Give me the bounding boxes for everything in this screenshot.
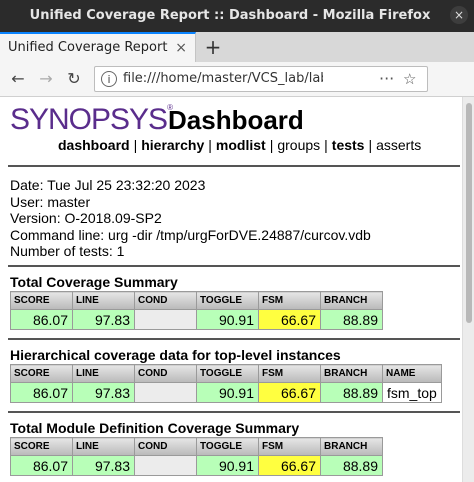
- branch-cell: 88.89: [320, 309, 383, 330]
- bookmark-star-icon[interactable]: ☆: [403, 67, 416, 91]
- scrollbar-thumb[interactable]: [466, 103, 472, 323]
- section-divider: [8, 411, 460, 413]
- menu-separator: |: [324, 137, 328, 153]
- col-header-toggle: TOGGLE: [196, 291, 259, 310]
- table-header-row: SCORE LINE COND TOGGLE FSM BRANCH NAME: [10, 364, 442, 383]
- menu-link-tests[interactable]: tests: [332, 137, 365, 153]
- instance-name-link[interactable]: fsm_top: [382, 382, 442, 403]
- branch-cell: 88.89: [320, 382, 383, 403]
- toggle-cell: 90.91: [196, 382, 259, 403]
- menu-separator: |: [208, 137, 212, 153]
- total-coverage-table: SCORE LINE COND TOGGLE FSM BRANCH 86.07 …: [10, 291, 383, 330]
- report-user: User: master: [10, 193, 91, 210]
- vertical-scrollbar[interactable]: [462, 97, 474, 482]
- menu-link-hierarchy[interactable]: hierarchy: [141, 137, 204, 153]
- window-close-icon[interactable]: ×: [450, 6, 468, 24]
- table-row: 86.07 97.83 90.91 66.67 88.89: [10, 455, 383, 476]
- col-header-branch: BRANCH: [320, 291, 383, 310]
- menu-separator: |: [133, 137, 138, 153]
- col-header-name: NAME: [382, 364, 442, 383]
- section-divider: [8, 338, 460, 340]
- fsm-cell: 66.67: [258, 309, 321, 330]
- window-title-bar: Unified Coverage Report :: Dashboard - M…: [0, 0, 474, 32]
- report-nav-menu: dashboard | hierarchy | modlist | groups | tests…: [58, 137, 421, 153]
- hier-coverage-title: Hierarchical coverage data for top-level…: [10, 347, 341, 363]
- table-row: 86.07 97.83 90.91 66.67 88.89 fsm_top: [10, 382, 442, 403]
- col-header-line: LINE: [72, 291, 135, 310]
- col-header-line: LINE: [72, 364, 135, 383]
- module-coverage-table: SCORE LINE COND TOGGLE FSM BRANCH 86.07 …: [10, 437, 383, 476]
- browser-tab[interactable]: Unified Coverage Report :: Da ×: [0, 32, 196, 62]
- tab-strip: Unified Coverage Report :: Da × +: [0, 32, 474, 63]
- col-header-cond: COND: [134, 364, 197, 383]
- line-cell: 97.83: [72, 382, 135, 403]
- reload-icon[interactable]: ↻: [62, 67, 86, 91]
- synopsys-logo: SYNOPSYS®: [10, 103, 173, 137]
- score-cell: 86.07: [10, 309, 73, 330]
- col-header-fsm: FSM: [258, 291, 321, 310]
- menu-link-dashboard[interactable]: dashboard: [58, 137, 130, 153]
- info-divider: [8, 265, 460, 267]
- cond-cell: [134, 309, 197, 330]
- forward-icon[interactable]: →: [34, 67, 58, 91]
- total-coverage-title: Total Coverage Summary: [10, 274, 178, 290]
- report-date: Date: Tue Jul 25 23:32:20 2023: [10, 177, 206, 193]
- back-icon[interactable]: ←: [6, 67, 30, 91]
- toggle-cell: 90.91: [196, 455, 259, 476]
- table-header-row: SCORE LINE COND TOGGLE FSM BRANCH: [10, 291, 383, 310]
- navigation-toolbar: ← → ↻ i file:///home/master/VCS_lab/lab …: [0, 62, 474, 97]
- fsm-cell: 66.67: [258, 455, 321, 476]
- report-num-tests: Number of tests: 1: [10, 243, 125, 259]
- col-header-fsm: FSM: [258, 364, 321, 383]
- tab-label: Unified Coverage Report :: Da: [8, 40, 168, 55]
- cond-cell: [134, 382, 197, 403]
- branch-cell: 88.89: [320, 455, 383, 476]
- cond-cell: [134, 455, 197, 476]
- menu-separator: |: [269, 137, 274, 153]
- page-content: SYNOPSYS® Dashboard dashboard | hierarchy |…: [0, 97, 462, 482]
- report-header: SYNOPSYS® Dashboard dashboard | hierarchy |…: [0, 97, 462, 163]
- col-header-branch: BRANCH: [320, 437, 383, 456]
- url-bar[interactable]: i file:///home/master/VCS_lab/lab ··· ☆: [94, 66, 428, 92]
- table-header-row: SCORE LINE COND TOGGLE FSM BRANCH: [10, 437, 383, 456]
- col-header-cond: COND: [134, 291, 197, 310]
- site-info-icon[interactable]: i: [101, 71, 117, 87]
- menu-link-asserts[interactable]: asserts: [376, 137, 421, 153]
- new-tab-icon[interactable]: +: [200, 32, 226, 62]
- col-header-toggle: TOGGLE: [196, 437, 259, 456]
- menu-link-groups[interactable]: groups: [277, 137, 320, 153]
- menu-separator: |: [368, 137, 373, 153]
- hier-coverage-table: SCORE LINE COND TOGGLE FSM BRANCH NAME 8…: [10, 364, 442, 403]
- col-header-branch: BRANCH: [320, 364, 383, 383]
- line-cell: 97.83: [72, 455, 135, 476]
- col-header-toggle: TOGGLE: [196, 364, 259, 383]
- report-command-line: Command line: urg -dir /tmp/urgForDVE.24…: [10, 226, 371, 243]
- url-text[interactable]: file:///home/master/VCS_lab/lab: [123, 67, 323, 91]
- page-actions-icon[interactable]: ···: [379, 67, 394, 91]
- line-cell: 97.83: [72, 309, 135, 330]
- module-coverage-title: Total Module Definition Coverage Summary: [10, 420, 300, 436]
- logo-text: SYNOPSYS: [10, 103, 168, 136]
- window-title: Unified Coverage Report :: Dashboard - M…: [29, 8, 431, 23]
- fsm-cell: 66.67: [258, 382, 321, 403]
- col-header-score: SCORE: [10, 364, 73, 383]
- page-title: Dashboard: [168, 105, 304, 135]
- col-header-fsm: FSM: [258, 437, 321, 456]
- tab-close-icon[interactable]: ×: [175, 34, 187, 62]
- col-header-score: SCORE: [10, 437, 73, 456]
- report-version: Version: O-2018.09-SP2: [10, 210, 162, 226]
- col-header-line: LINE: [72, 437, 135, 456]
- col-header-score: SCORE: [10, 291, 73, 310]
- score-cell: 86.07: [10, 455, 73, 476]
- report-info: Date: Tue Jul 25 23:32:20 2023 User: mas…: [10, 177, 371, 260]
- header-divider: [8, 165, 460, 167]
- menu-link-modlist[interactable]: modlist: [216, 137, 266, 153]
- toggle-cell: 90.91: [196, 309, 259, 330]
- col-header-cond: COND: [134, 437, 197, 456]
- table-row: 86.07 97.83 90.91 66.67 88.89: [10, 309, 383, 330]
- score-cell: 86.07: [10, 382, 73, 403]
